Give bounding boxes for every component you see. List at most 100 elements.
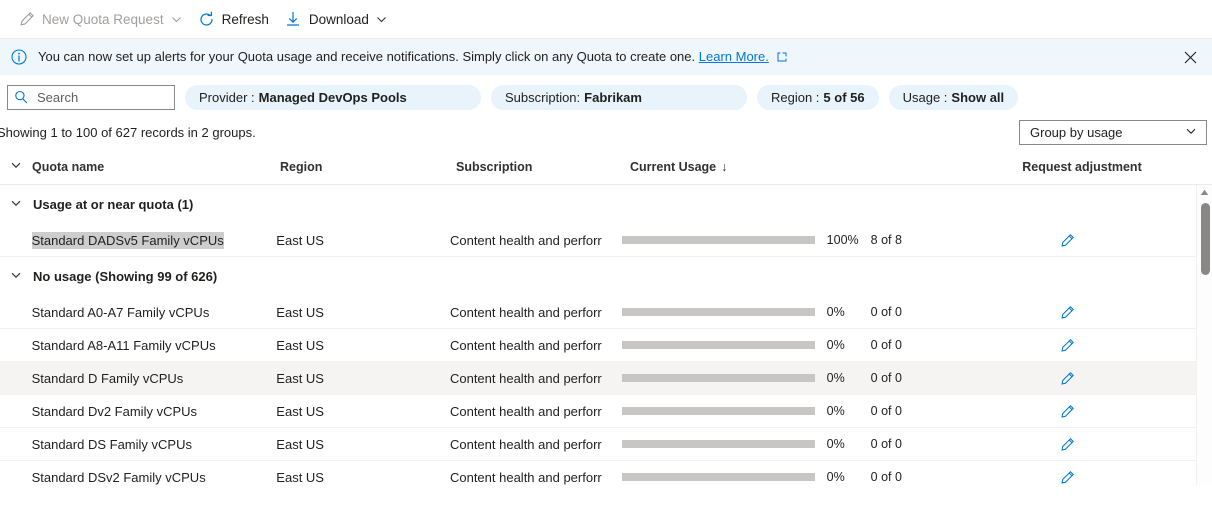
usage-progress-bar — [621, 440, 815, 448]
edit-pencil-icon[interactable] — [1057, 334, 1079, 356]
edit-pencil-icon[interactable] — [1057, 229, 1079, 251]
column-header-current-usage[interactable]: Current Usage ↓ — [630, 160, 952, 174]
table-row[interactable]: Standard A0-A7 Family vCPUs East US Conten… — [0, 296, 1196, 329]
scrollbar-thumb[interactable] — [1201, 203, 1210, 275]
learn-more-link[interactable]: Learn More. — [699, 49, 769, 64]
cell-subscription: Content health and perforr — [449, 337, 602, 353]
cell-request-adjustment — [939, 334, 1196, 356]
column-header-current-usage-label: Current Usage — [630, 159, 717, 174]
close-icon[interactable] — [1180, 47, 1200, 67]
edit-pencil-icon[interactable] — [1057, 301, 1079, 323]
quota-name-text: Standard DADSv5 Family vCPUs — [31, 231, 224, 249]
cell-subscription: Content health and perforr — [449, 304, 602, 320]
usage-count-label: 0 of 0 — [870, 305, 902, 319]
table-row[interactable]: Standard A8-A11 Family vCPUs East US Conte… — [0, 329, 1196, 362]
record-count-text: Showing 1 to 100 of 627 records in 2 gro… — [0, 124, 256, 140]
search-input[interactable] — [35, 88, 168, 106]
group-collapse-toggle[interactable] — [0, 269, 32, 284]
filter-chip-region[interactable]: Region : 5 of 56 — [757, 84, 879, 110]
cell-request-adjustment — [939, 400, 1196, 422]
filter-chip-usage[interactable]: Usage : Show all — [888, 84, 1019, 110]
vertical-scrollbar[interactable] — [1196, 185, 1212, 485]
cell-quota-name[interactable]: Standard A8-A11 Family vCPUs — [32, 338, 277, 353]
download-icon — [285, 11, 302, 28]
download-button[interactable]: Download — [277, 4, 395, 34]
cell-subscription: Content health and perforr — [449, 469, 602, 485]
cell-current-usage: 0% 0 of 0 — [621, 338, 940, 352]
edit-pencil-icon[interactable] — [1057, 400, 1079, 422]
new-quota-request-button[interactable]: New Quota Request — [10, 4, 190, 34]
filter-chip-subscription-label: Subscription: — [505, 89, 581, 105]
sort-descending-icon: ↓ — [721, 159, 728, 174]
table-row[interactable]: Standard DSv2 Family vCPUs East US Content… — [0, 461, 1196, 485]
usage-count-label: 0 of 0 — [870, 437, 902, 451]
cell-region: East US — [276, 370, 324, 386]
quota-name-text: Standard Dv2 Family vCPUs — [31, 403, 198, 419]
cell-quota-name[interactable]: Standard DADSv5 Family vCPUs — [31, 231, 277, 249]
cell-current-usage: 0% 0 of 0 — [621, 437, 940, 451]
cell-quota-name[interactable]: Standard DS Family vCPUs — [32, 437, 277, 452]
cell-current-usage: 0% 0 of 0 — [621, 470, 940, 484]
filter-bar: Provider : Managed DevOps Pools Subscrip… — [0, 79, 1212, 115]
new-quota-request-label: New Quota Request — [42, 11, 164, 27]
scroll-up-arrow[interactable] — [1197, 185, 1212, 199]
cell-quota-name[interactable]: Standard Dv2 Family vCPUs — [32, 404, 277, 419]
cell-quota-name[interactable]: Standard D Family vCPUs — [32, 371, 277, 386]
cell-quota-name[interactable]: Standard DSv2 Family vCPUs — [32, 470, 277, 485]
edit-pencil-icon[interactable] — [1057, 367, 1079, 389]
filter-chip-provider[interactable]: Provider : Managed DevOps Pools — [185, 84, 481, 110]
cell-region: East US — [276, 469, 324, 485]
filter-chip-usage-value: Show all — [951, 89, 1005, 105]
summary-row: Showing 1 to 100 of 627 records in 2 gro… — [0, 115, 1212, 149]
refresh-button[interactable]: Refresh — [190, 4, 277, 34]
cell-subscription: Content health and perforr — [449, 436, 602, 452]
usage-progress-bar — [621, 236, 815, 244]
column-header-quota-name[interactable]: Quota name — [32, 160, 280, 174]
banner-message-text: You can now set up alerts for your Quota… — [38, 49, 696, 64]
table-row[interactable]: Standard DS Family vCPUs East US Content h… — [0, 428, 1196, 461]
cell-region: East US — [276, 403, 324, 419]
external-link-icon[interactable] — [777, 50, 787, 65]
info-banner: You can now set up alerts for your Quota… — [0, 39, 1212, 75]
column-header-subscription[interactable]: Subscription — [456, 160, 630, 174]
command-toolbar: New Quota Request Refresh Download — [0, 0, 1212, 39]
chevron-down-icon — [10, 197, 22, 212]
quota-name-text: Standard DSv2 Family vCPUs — [31, 469, 206, 485]
column-header-region[interactable]: Region — [280, 160, 456, 174]
group-by-select[interactable]: Group by usage — [1019, 119, 1207, 145]
filter-chip-subscription[interactable]: Subscription: Fabrikam — [491, 84, 747, 110]
table-row[interactable]: Standard Dv2 Family vCPUs East US Content … — [0, 395, 1196, 428]
chevron-down-icon — [10, 269, 22, 284]
quota-name-text: Standard A0-A7 Family vCPUs — [31, 304, 210, 320]
cell-quota-name[interactable]: Standard A0-A7 Family vCPUs — [32, 305, 277, 320]
group-header[interactable]: No usage (Showing 99 of 626) — [0, 257, 1196, 296]
group-by-value: Group by usage — [1030, 124, 1123, 140]
chevron-down-icon — [10, 159, 22, 174]
expand-all-toggle[interactable] — [0, 159, 32, 174]
usage-progress-bar — [621, 473, 815, 481]
table-row[interactable]: Standard D Family vCPUs East US Content he… — [0, 362, 1196, 395]
filter-chip-provider-label: Provider : — [199, 89, 255, 105]
filter-chip-usage-label: Usage : — [902, 89, 948, 105]
table-rows-container: Usage at or near quota (1) Standard DADSv… — [0, 185, 1196, 485]
usage-count-label: 0 of 0 — [870, 404, 902, 418]
edit-pencil-icon[interactable] — [1057, 466, 1079, 485]
edit-pencil-icon[interactable] — [1057, 433, 1079, 455]
banner-message: You can now set up alerts for your Quota… — [38, 49, 787, 65]
search-box[interactable] — [7, 84, 175, 110]
filter-chip-region-label: Region : — [771, 89, 820, 105]
cell-current-usage: 0% 0 of 0 — [621, 305, 940, 319]
group-collapse-toggle[interactable] — [0, 197, 32, 212]
table-header-row: Quota name Region Subscription Current U… — [0, 149, 1212, 185]
usage-count-label: 0 of 0 — [870, 371, 902, 385]
cell-subscription: Content health and perforr — [449, 403, 602, 419]
usage-percent-label: 100% — [826, 233, 859, 247]
usage-percent-label: 0% — [826, 338, 845, 352]
table-row[interactable]: Standard DADSv5 Family vCPUs East US Conte… — [0, 224, 1196, 257]
usage-count-label: 0 of 0 — [870, 338, 902, 352]
group-header[interactable]: Usage at or near quota (1) — [0, 185, 1196, 224]
chevron-down-icon — [376, 14, 387, 25]
quota-name-text: Standard D Family vCPUs — [31, 370, 184, 386]
cell-request-adjustment — [939, 367, 1196, 389]
cell-request-adjustment — [939, 301, 1196, 323]
